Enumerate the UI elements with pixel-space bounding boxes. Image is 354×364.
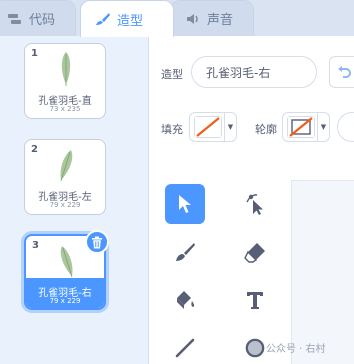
costume-list: 1 孔雀羽毛-直 73 x 235 2 孔雀羽毛-左 79 x 229 3 孔雀… — [0, 36, 130, 364]
watermark-text: 公众号 · 右村 — [266, 344, 326, 355]
select-arrow-icon — [179, 195, 191, 213]
reshape-tool[interactable] — [235, 184, 275, 224]
costume-number: 2 — [31, 144, 38, 155]
outline-color-picker[interactable]: ▼ — [282, 112, 330, 142]
costume-dims: 79 x 229 — [49, 201, 81, 209]
eraser-tool[interactable] — [235, 232, 275, 272]
select-tool[interactable] — [165, 184, 205, 224]
feather-thumbnail — [60, 246, 73, 278]
reshape-icon — [246, 194, 263, 215]
paint-editor: 造型 孔雀羽毛-右 填充 ▼ 轮廓 ▼ — [148, 36, 354, 364]
costume-item[interactable]: 2 孔雀羽毛-左 79 x 229 — [24, 139, 106, 215]
eraser-icon — [244, 243, 265, 263]
tab-costumes-label: 造型 — [117, 13, 144, 29]
tab-sounds[interactable]: 声音 — [170, 0, 254, 36]
speaker-icon — [185, 12, 201, 26]
wechat-icon — [248, 340, 262, 355]
brush-tool[interactable] — [165, 232, 205, 272]
chevron-down-icon: ▼ — [224, 113, 236, 141]
feather-thumbnail — [61, 52, 71, 86]
costume-dims: 73 x 235 — [49, 105, 81, 113]
watermark: 公众号 · 右村 — [248, 340, 326, 355]
line-icon — [175, 338, 195, 358]
tab-sounds-label: 声音 — [207, 13, 234, 28]
costume-number: 1 — [31, 48, 38, 59]
fill-label: 填充 — [161, 123, 183, 136]
no-color-outline-swatch-icon — [287, 116, 315, 138]
costume-name-label: 造型 — [161, 68, 183, 81]
line-tool[interactable] — [165, 328, 205, 364]
paint-bucket-icon — [177, 291, 195, 309]
brush-icon — [95, 12, 111, 26]
editor-tab-bar: 代码 造型 声音 — [0, 0, 354, 37]
tab-code-label: 代码 — [29, 13, 56, 28]
costume-number: 3 — [32, 240, 39, 251]
costume-item[interactable]: 1 孔雀羽毛-直 73 x 235 — [24, 43, 106, 119]
tab-costumes[interactable]: 造型 — [80, 0, 174, 37]
costume-name-input[interactable]: 孔雀羽毛-右 — [191, 56, 317, 88]
undo-button[interactable] — [329, 56, 354, 88]
no-color-swatch-icon — [194, 116, 222, 138]
text-icon — [247, 292, 263, 309]
trash-icon — [92, 236, 102, 248]
fill-tool[interactable] — [165, 280, 205, 320]
costume-dims: 79 x 229 — [49, 297, 81, 305]
text-tool[interactable] — [235, 280, 275, 320]
drawing-canvas[interactable] — [291, 180, 354, 364]
code-icon — [7, 12, 23, 26]
chevron-down-icon: ▼ — [317, 113, 329, 141]
outline-width-input[interactable] — [337, 112, 354, 142]
tab-code[interactable]: 代码 — [0, 0, 76, 36]
outline-label: 轮廓 — [255, 123, 277, 136]
undo-icon — [338, 66, 351, 78]
costume-name-value: 孔雀羽毛-右 — [206, 65, 271, 80]
brush-icon — [176, 243, 195, 261]
fill-color-picker[interactable]: ▼ — [189, 112, 237, 142]
delete-costume-button[interactable] — [85, 230, 109, 254]
feather-thumbnail — [60, 150, 73, 182]
